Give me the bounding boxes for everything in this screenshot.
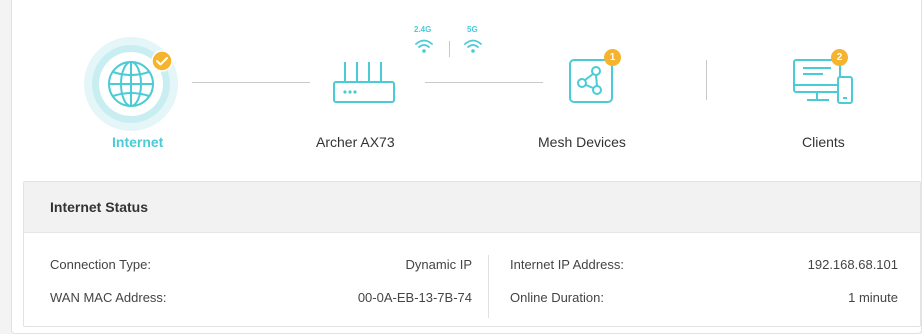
mesh-clients-separator [706,60,707,100]
network-topology: Internet Archer AX73 2.4G 5G 1 Mesh Devi… [12,0,922,170]
clients-count-badge: 2 [831,49,848,66]
online-duration-label: Online Duration: [510,290,604,305]
router-mesh-connector [425,82,543,83]
mesh-count-badge: 1 [604,49,621,66]
wan-mac-label: WAN MAC Address: [50,290,167,305]
mesh-label: Mesh Devices [538,134,626,150]
internet-label: Internet [112,134,164,150]
ip-address-label: Internet IP Address: [510,257,624,272]
check-icon [151,50,173,72]
band-5g-label: 5G [467,25,478,34]
router-label: Archer AX73 [316,134,395,150]
wifi-icon[interactable] [463,38,483,54]
status-column-divider [488,255,489,318]
internet-status-title: Internet Status [24,182,920,233]
internet-status-panel: Internet Status Connection Type: Dynamic… [23,181,921,327]
band-2g-label: 2.4G [414,25,432,34]
clients-label: Clients [802,134,845,150]
router-icon[interactable] [331,58,397,106]
internet-router-connector [192,82,310,83]
wan-mac-value: 00-0A-EB-13-7B-74 [357,290,472,305]
ip-address-value: 192.168.68.101 [807,257,898,272]
band-separator [449,41,450,57]
globe-icon [84,37,178,131]
online-duration-value: 1 minute [848,290,898,305]
network-map-card: Internet Archer AX73 2.4G 5G 1 Mesh Devi… [11,0,922,334]
connection-type-label: Connection Type: [50,257,151,272]
connection-type-value: Dynamic IP [405,257,472,272]
wifi-icon[interactable] [414,38,434,54]
